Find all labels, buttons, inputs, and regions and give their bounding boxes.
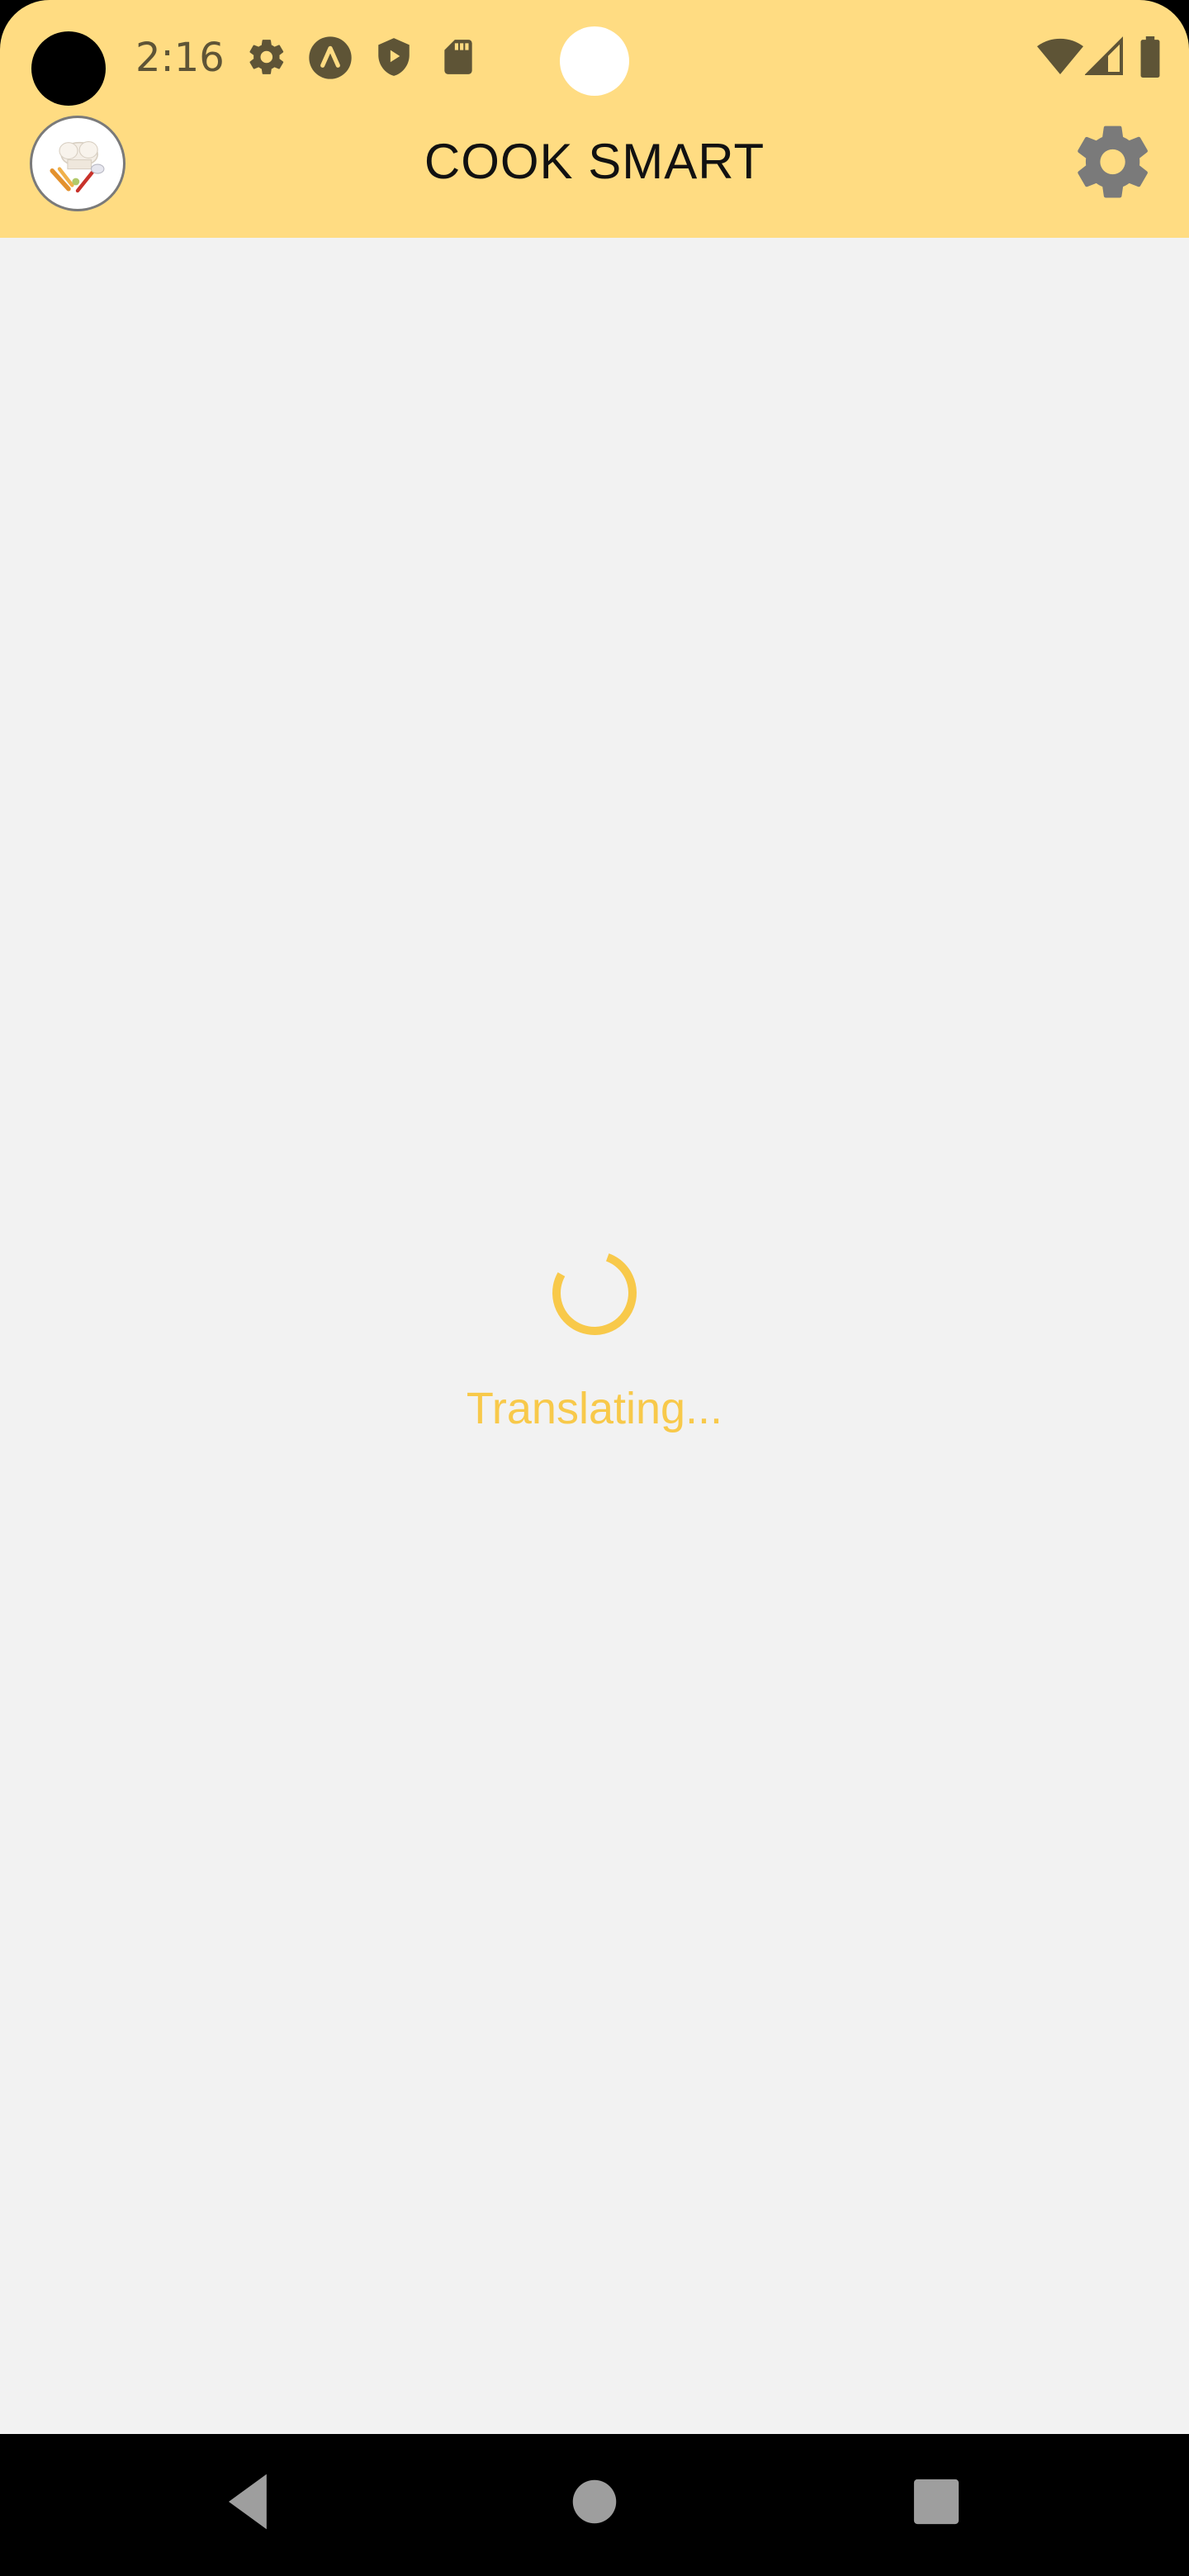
signal-icon (1085, 36, 1125, 78)
loading-spinner (548, 1247, 641, 1339)
settings-icon (246, 36, 287, 78)
wifi-icon (1037, 36, 1083, 78)
main-content: Translating... (0, 238, 1189, 2434)
app-title: COOK SMART (424, 134, 765, 189)
camera-cutout (31, 31, 106, 106)
home-button[interactable] (553, 2460, 636, 2543)
phone-screen: 2:16 COOK SMART Translating... (0, 0, 1189, 2576)
header-area: 2:16 COOK SMART (0, 0, 1189, 238)
status-time: 2:16 (135, 35, 225, 81)
back-button[interactable] (208, 2460, 291, 2543)
home-icon (572, 2479, 617, 2524)
sd-card-icon (438, 36, 479, 78)
app-bar: COOK SMART (0, 107, 1189, 238)
settings-button[interactable] (1070, 119, 1156, 205)
status-bar: 2:16 (0, 0, 1189, 107)
assistant-icon (307, 35, 353, 81)
gear-icon (1078, 125, 1148, 198)
shield-play-icon (373, 36, 414, 78)
recents-button[interactable] (895, 2460, 978, 2543)
navigation-bar (0, 2434, 1189, 2576)
loading-text: Translating... (466, 1384, 723, 1433)
recents-icon (913, 2479, 959, 2525)
front-sensor (560, 26, 629, 96)
back-icon (229, 2474, 267, 2530)
battery-icon (1138, 36, 1163, 78)
